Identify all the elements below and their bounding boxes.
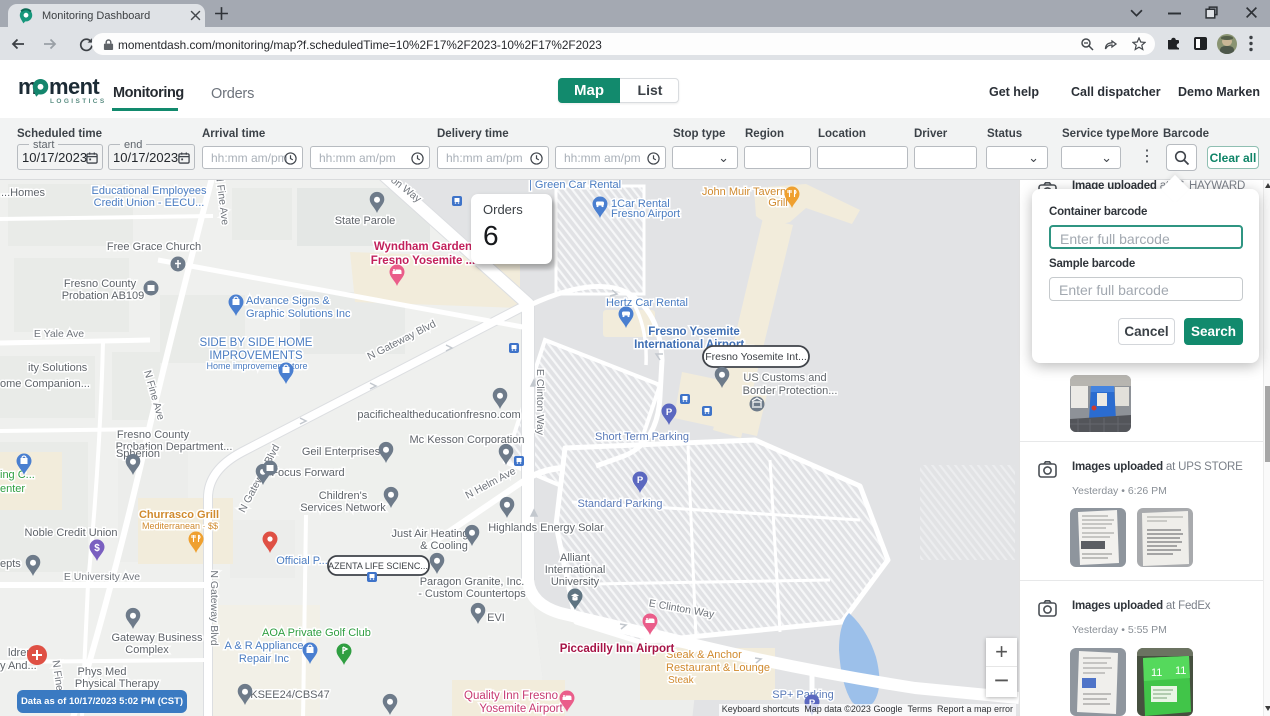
svg-text:Gateway Business: Gateway Business (111, 632, 203, 644)
svg-text:E Clinton Way: E Clinton Way (534, 369, 546, 436)
svg-text:Yosemite Airport: Yosemite Airport (479, 703, 563, 715)
svg-text:E University Ave: E University Ave (64, 571, 140, 583)
svg-text:Complex: Complex (125, 644, 169, 656)
svg-text:E Yale Ave: E Yale Ave (34, 328, 84, 340)
svg-text:SIDE BY SIDE HOME: SIDE BY SIDE HOME (200, 337, 313, 349)
svg-text:Just Air Heating: Just Air Heating (391, 528, 468, 540)
svg-text:| Green Car Rental: | Green Car Rental (529, 180, 621, 191)
svg-text:Wyndham Garden: Wyndham Garden (374, 241, 472, 253)
svg-text:ing C...: ing C... (0, 469, 35, 481)
svg-text:Focus Forward: Focus Forward (271, 467, 344, 479)
svg-text:AOA Private Golf Club: AOA Private Golf Club (262, 627, 371, 639)
svg-text:Physical Therapy: Physical Therapy (75, 678, 160, 690)
svg-text:Border Protection...: Border Protection... (743, 385, 838, 397)
svg-text:Restaurant & Lounge: Restaurant & Lounge (666, 662, 770, 674)
svg-text:SP+ Parking: SP+ Parking (772, 689, 833, 701)
svg-text:Steak: Steak (668, 675, 695, 686)
svg-text:AZENTA LIFE SCIENC...: AZENTA LIFE SCIENC... (328, 561, 428, 571)
svg-text:Graphic Solutions Inc: Graphic Solutions Inc (246, 308, 351, 320)
svg-text:Services Network: Services Network (300, 502, 386, 514)
svg-text:Churrasco Grill: Churrasco Grill (139, 509, 219, 521)
svg-text:$: $ (94, 543, 100, 554)
svg-text:Noble Credit Union: Noble Credit Union (25, 527, 118, 539)
svg-text:KSEE24/CBS47: KSEE24/CBS47 (250, 689, 330, 701)
svg-text:...Homes: ...Homes (1, 187, 46, 199)
svg-text:Official P...: Official P... (276, 555, 328, 567)
svg-text:ity Solutions: ity Solutions (28, 362, 88, 374)
svg-text:State Parole: State Parole (335, 215, 396, 227)
svg-text:epts: epts (0, 558, 21, 570)
svg-text:University: University (551, 576, 600, 588)
svg-text:Fresno Yosemite: Fresno Yosemite (648, 326, 740, 338)
svg-text:Advance Signs &: Advance Signs & (246, 295, 330, 307)
svg-text:& Cooling: & Cooling (420, 540, 468, 552)
svg-text:Credit Union - EECU...: Credit Union - EECU... (94, 197, 205, 209)
svg-text:11: 11 (1151, 667, 1162, 679)
svg-text:11: 11 (1175, 665, 1186, 677)
svg-text:International: International (545, 564, 606, 576)
svg-text:Alliant: Alliant (560, 552, 590, 564)
svg-text:Geil Enterprises: Geil Enterprises (302, 446, 381, 458)
svg-text:ome Companion...: ome Companion... (0, 378, 90, 390)
svg-text:Free Grace Church: Free Grace Church (107, 241, 201, 253)
svg-text:Fresno Yosemite Int...: Fresno Yosemite Int... (705, 351, 807, 363)
svg-text:Fresno Yosemite ...: Fresno Yosemite ... (371, 255, 475, 267)
svg-text:A & R Appliance: A & R Appliance (225, 640, 304, 652)
svg-text:Paragon Granite, Inc.: Paragon Granite, Inc. (420, 576, 525, 588)
svg-text:pacifichealtheducationfresno.c: pacifichealtheducationfresno.com (357, 409, 520, 421)
svg-text:- Custom Countertops: - Custom Countertops (418, 588, 526, 600)
svg-text:P: P (666, 407, 673, 418)
svg-text:P: P (637, 475, 644, 486)
svg-text:Piccadilly Inn Airport: Piccadilly Inn Airport (560, 643, 675, 655)
svg-text:enter: enter (0, 483, 25, 495)
svg-text:EVI: EVI (487, 612, 505, 624)
svg-text:Probation AB109: Probation AB109 (62, 290, 145, 302)
svg-text:Phys Med: Phys Med (78, 666, 127, 678)
svg-text:US Customs and: US Customs and (743, 372, 826, 384)
svg-text:Fresno County: Fresno County (64, 278, 137, 290)
svg-text:Standard Parking: Standard Parking (578, 498, 663, 510)
svg-text:Mediterranean · $$: Mediterranean · $$ (142, 521, 218, 531)
svg-text:Steak & Anchor: Steak & Anchor (666, 649, 742, 661)
svg-text:Repair Inc: Repair Inc (239, 653, 290, 665)
svg-text:N Gateway Blvd: N Gateway Blvd (208, 570, 220, 645)
svg-text:Quality Inn Fresno: Quality Inn Fresno (464, 690, 558, 702)
svg-text:Children's: Children's (319, 490, 368, 502)
svg-text:Fresno Airport: Fresno Airport (611, 208, 680, 220)
svg-text:Short Term Parking: Short Term Parking (595, 431, 689, 443)
svg-text:Hertz Car Rental: Hertz Car Rental (606, 297, 688, 309)
svg-text:Educational Employees: Educational Employees (92, 185, 207, 197)
svg-text:Highlands Energy Solar: Highlands Energy Solar (488, 522, 604, 534)
svg-text:Grill: Grill (768, 197, 788, 209)
svg-text:Fresno County: Fresno County (117, 429, 190, 441)
